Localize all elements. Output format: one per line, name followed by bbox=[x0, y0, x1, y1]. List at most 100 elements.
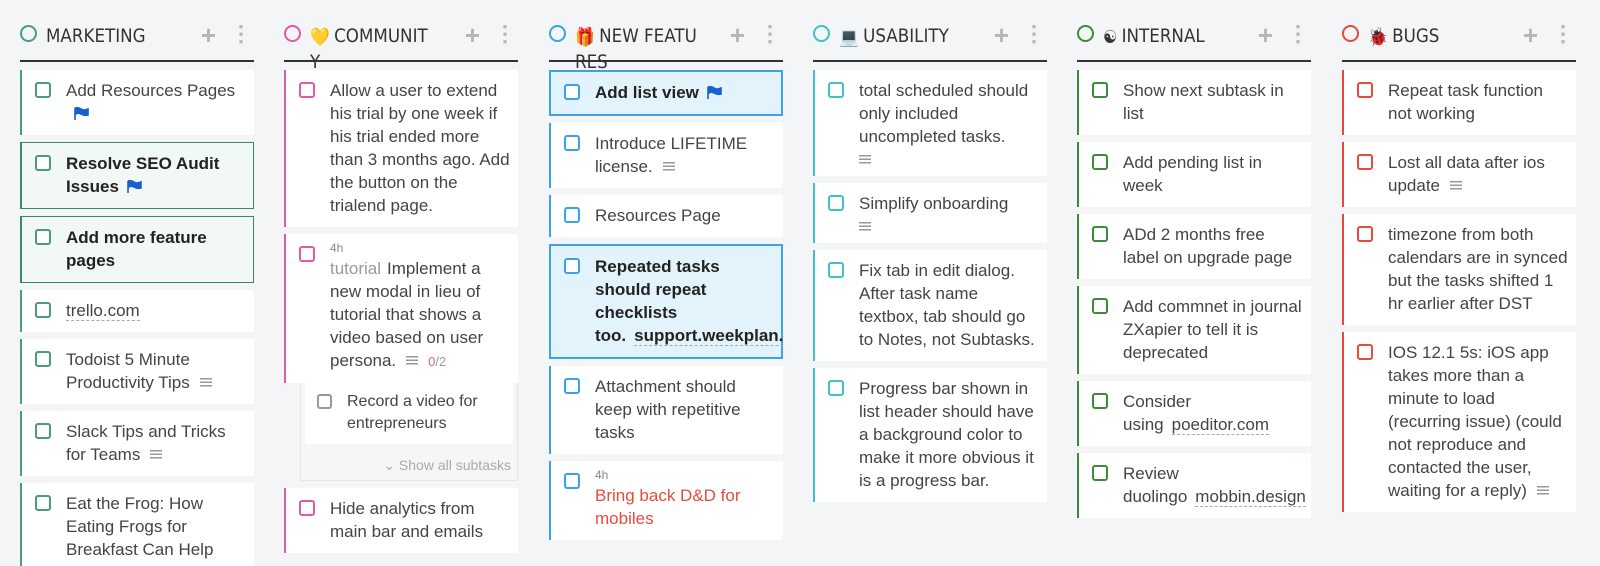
task-card[interactable]: 4h Bring back D&D for mobiles bbox=[549, 461, 783, 540]
subtask-item[interactable]: Record a video for entrepreneurs bbox=[305, 383, 513, 444]
task-card[interactable]: Show next subtask in list bbox=[1077, 70, 1311, 135]
column-emoji-icon: 🎁 bbox=[575, 27, 595, 48]
more-options-icon[interactable]: ⋮ bbox=[230, 22, 252, 46]
task-card[interactable]: Repeat task function not working bbox=[1342, 70, 1576, 135]
show-all-subtasks-link[interactable]: ⌄ Show all subtasks bbox=[301, 444, 517, 480]
task-checkbox[interactable] bbox=[1092, 465, 1108, 481]
add-task-plus-icon[interactable]: + bbox=[201, 22, 216, 48]
task-card[interactable]: Repeated tasks should repeat checklists … bbox=[549, 244, 783, 359]
complete-column-circle-icon[interactable] bbox=[1077, 25, 1094, 42]
task-card[interactable]: Consider using poeditor.com bbox=[1077, 381, 1311, 446]
task-checkbox[interactable] bbox=[1092, 82, 1108, 98]
task-checkbox[interactable] bbox=[828, 380, 844, 396]
add-task-plus-icon[interactable]: + bbox=[465, 22, 480, 48]
task-checkbox[interactable] bbox=[35, 423, 51, 439]
task-card[interactable]: Allow a user to extend his trial by one … bbox=[284, 70, 518, 227]
task-checkbox[interactable] bbox=[1357, 154, 1373, 170]
task-checkbox[interactable] bbox=[35, 302, 51, 318]
task-card[interactable]: Add list view bbox=[549, 70, 783, 116]
column-title[interactable]: 💻 USABILITY bbox=[839, 24, 966, 50]
task-card[interactable]: Todoist 5 Minute Productivity Tips bbox=[20, 339, 254, 404]
add-task-plus-icon[interactable]: + bbox=[730, 22, 745, 48]
more-options-icon[interactable]: ⋮ bbox=[1552, 22, 1574, 46]
task-card[interactable]: Fix tab in edit dialog. After task name … bbox=[813, 250, 1047, 361]
task-card[interactable]: timezone from both calendars are in sync… bbox=[1342, 214, 1576, 325]
complete-column-circle-icon[interactable] bbox=[813, 25, 830, 42]
task-card[interactable]: Resources Page bbox=[549, 195, 783, 237]
task-checkbox[interactable] bbox=[35, 155, 51, 171]
add-task-plus-icon[interactable]: + bbox=[1258, 22, 1273, 48]
task-card[interactable]: Hide analytics from main bar and emails bbox=[284, 488, 518, 553]
complete-column-circle-icon[interactable] bbox=[20, 25, 37, 42]
task-card[interactable]: Progress bar shown in list header should… bbox=[813, 368, 1047, 502]
task-checkbox[interactable] bbox=[1357, 344, 1373, 360]
complete-column-circle-icon[interactable] bbox=[1342, 25, 1359, 42]
column-title[interactable]: 🐞 BUGS bbox=[1368, 24, 1495, 50]
task-checkbox[interactable] bbox=[828, 262, 844, 278]
column-title[interactable]: 🎁 NEW FEATURES bbox=[575, 24, 702, 74]
task-checkbox[interactable] bbox=[564, 258, 580, 274]
task-title-text: Fix tab in edit dialog. After task name … bbox=[859, 261, 1035, 349]
task-checkbox[interactable] bbox=[1092, 226, 1108, 242]
task-card[interactable]: total scheduled should only included unc… bbox=[813, 70, 1047, 176]
complete-column-circle-icon[interactable] bbox=[284, 25, 301, 42]
task-checkbox[interactable] bbox=[564, 135, 580, 151]
flag-icon bbox=[707, 86, 722, 99]
task-card[interactable]: Attachment should keep with repetitive t… bbox=[549, 366, 783, 454]
task-checkbox[interactable] bbox=[35, 229, 51, 245]
more-options-icon[interactable]: ⋮ bbox=[759, 22, 781, 46]
task-title-text: Allow a user to extend his trial by one … bbox=[330, 81, 510, 215]
task-card[interactable]: Review duolingo mobbin.design bbox=[1077, 453, 1311, 518]
task-checkbox[interactable] bbox=[299, 500, 315, 516]
task-card[interactable]: Eat the Frog: How Eating Frogs for Break… bbox=[20, 483, 254, 566]
task-checkbox[interactable] bbox=[564, 378, 580, 394]
task-card[interactable]: Slack Tips and Tricks for Teams bbox=[20, 411, 254, 476]
task-checkbox[interactable] bbox=[564, 473, 580, 489]
task-checkbox[interactable] bbox=[35, 82, 51, 98]
task-card[interactable]: Add pending list in week bbox=[1077, 142, 1311, 207]
task-card[interactable]: Resolve SEO Audit Issues bbox=[20, 142, 254, 209]
task-checkbox[interactable] bbox=[299, 82, 315, 98]
task-checkbox[interactable] bbox=[828, 82, 844, 98]
complete-column-circle-icon[interactable] bbox=[549, 25, 566, 42]
task-card[interactable]: IOS 12.1 5s: iOS app takes more than a m… bbox=[1342, 332, 1576, 512]
subtask-checkbox[interactable] bbox=[317, 394, 332, 409]
task-checkbox[interactable] bbox=[564, 84, 580, 100]
task-checkbox[interactable] bbox=[828, 195, 844, 211]
task-checkbox[interactable] bbox=[1357, 226, 1373, 242]
task-card[interactable]: Lost all data after ios update bbox=[1342, 142, 1576, 207]
column-title[interactable]: ☯ INTERNAL bbox=[1103, 24, 1230, 50]
column-marketing: MARKETING + ⋮ Add Resources Pages Resolve SE… bbox=[20, 20, 254, 566]
task-checkbox[interactable] bbox=[35, 351, 51, 367]
task-card[interactable]: Add Resources Pages bbox=[20, 70, 254, 135]
task-card[interactable]: 4h tutorial Implement a new modal in lieu … bbox=[284, 234, 518, 383]
task-checkbox[interactable] bbox=[299, 246, 315, 262]
task-card[interactable]: ADd 2 months free label on upgrade page bbox=[1077, 214, 1311, 279]
time-estimate: 4h bbox=[330, 241, 344, 255]
task-card[interactable]: trello.com bbox=[20, 290, 254, 332]
task-card[interactable]: Add more feature pages bbox=[20, 216, 254, 283]
task-checkbox[interactable] bbox=[564, 207, 580, 223]
task-link[interactable]: support.weekplan.net bbox=[634, 326, 783, 346]
column-title[interactable]: 💛 COMMUNITY bbox=[310, 24, 437, 74]
task-link[interactable]: mobbin.design bbox=[1195, 487, 1306, 507]
more-options-icon[interactable]: ⋮ bbox=[1287, 22, 1309, 46]
task-checkbox[interactable] bbox=[1092, 154, 1108, 170]
column-title[interactable]: MARKETING bbox=[46, 24, 173, 48]
task-link[interactable]: poeditor.com bbox=[1171, 415, 1269, 435]
task-card[interactable]: Add commnet in journal ZXapier to tell i… bbox=[1077, 286, 1311, 374]
task-checkbox[interactable] bbox=[1357, 82, 1373, 98]
task-card[interactable]: Introduce LIFETIME license. bbox=[549, 123, 783, 188]
task-checkbox[interactable] bbox=[35, 495, 51, 511]
task-checkbox[interactable] bbox=[1092, 298, 1108, 314]
task-title-text: Todoist 5 Minute Productivity Tips bbox=[66, 350, 190, 392]
task-link[interactable]: trello.com bbox=[66, 301, 140, 321]
flag-icon bbox=[127, 180, 142, 193]
task-checkbox[interactable] bbox=[1092, 393, 1108, 409]
task-card[interactable]: Simplify onboarding bbox=[813, 183, 1047, 243]
add-task-plus-icon[interactable]: + bbox=[994, 22, 1009, 48]
task-tag[interactable]: tutorial bbox=[330, 259, 381, 278]
more-options-icon[interactable]: ⋮ bbox=[1023, 22, 1045, 46]
more-options-icon[interactable]: ⋮ bbox=[494, 22, 516, 46]
add-task-plus-icon[interactable]: + bbox=[1523, 22, 1538, 48]
